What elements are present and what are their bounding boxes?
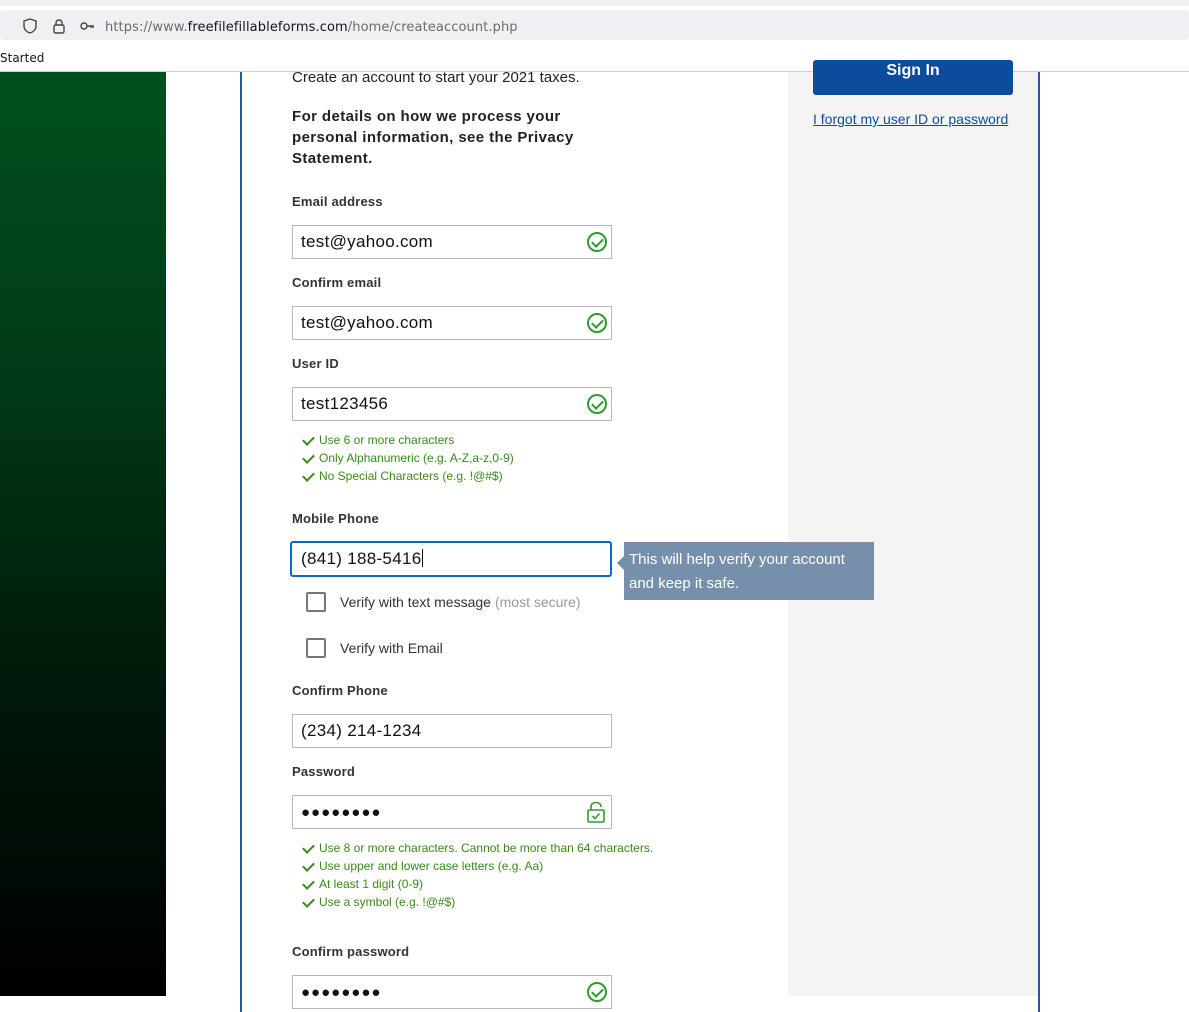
- userid-field[interactable]: test123456: [292, 387, 612, 421]
- password-rule: Use upper and lower case letters (e.g. A…: [302, 857, 653, 875]
- rule-check-icon: [302, 877, 315, 890]
- shield-icon[interactable]: [22, 18, 38, 34]
- password-rule: Use a symbol (e.g. !@#$): [302, 893, 653, 911]
- lock-icon[interactable]: [51, 18, 67, 34]
- verify-text-checkbox[interactable]: [306, 592, 326, 612]
- email-label: Email address: [292, 194, 383, 209]
- confirm-email-field[interactable]: test@yahoo.com: [292, 306, 612, 340]
- bookmark-getting-started[interactable]: Started: [0, 51, 44, 65]
- verify-email-checkbox[interactable]: [306, 638, 326, 658]
- verify-email-label[interactable]: Verify with Email: [340, 640, 443, 656]
- confirm-phone-label: Confirm Phone: [292, 683, 388, 698]
- confirm-email-valid-check-icon: [587, 313, 607, 333]
- password-rule: Use 8 or more characters. Cannot be more…: [302, 839, 653, 857]
- mobile-phone-field[interactable]: (841) 188-5416: [290, 541, 612, 577]
- browser-url-bar: https://www.freefilefillableforms.com/ho…: [0, 0, 1189, 46]
- confirm-password-valid-check-icon: [587, 982, 607, 1002]
- password-lock-icon: [587, 801, 605, 823]
- userid-label: User ID: [292, 356, 339, 371]
- rule-check-icon: [302, 895, 315, 908]
- signin-panel: [788, 72, 1038, 996]
- rule-check-icon: [302, 451, 315, 464]
- userid-rules-list: Use 6 or more characters Only Alphanumer…: [302, 431, 514, 485]
- rule-check-icon: [302, 433, 315, 446]
- userid-rule: Only Alphanumeric (e.g. A-Z,a-z,0-9): [302, 449, 514, 467]
- email-field[interactable]: test@yahoo.com: [292, 225, 612, 259]
- text-caret: [422, 549, 424, 567]
- left-gradient-background: [0, 72, 166, 996]
- verify-text-label[interactable]: Verify with text message (most secure): [340, 594, 581, 610]
- password-field[interactable]: ●●●●●●●●: [292, 795, 612, 829]
- rule-check-icon: [302, 859, 315, 872]
- privacy-statement-text: For details on how we process your perso…: [292, 108, 574, 167]
- rule-check-icon: [302, 469, 315, 482]
- confirm-phone-field[interactable]: (234) 214-1234: [292, 714, 612, 748]
- password-label: Password: [292, 764, 356, 779]
- confirm-password-label: Confirm password: [292, 944, 410, 959]
- sign-in-button[interactable]: Sign In: [813, 60, 1013, 95]
- password-rules-list: Use 8 or more characters. Cannot be more…: [302, 839, 653, 911]
- address-field[interactable]: https://www.freefilefillableforms.com/ho…: [0, 10, 1189, 40]
- confirm-email-label: Confirm email: [292, 275, 382, 290]
- userid-rule: Use 6 or more characters: [302, 431, 514, 449]
- intro-text: Create an account to start your 2021 tax…: [292, 69, 580, 86]
- confirm-password-field[interactable]: ●●●●●●●●: [292, 975, 612, 1009]
- userid-valid-check-icon: [587, 394, 607, 414]
- email-valid-check-icon: [587, 232, 607, 252]
- userid-rule: No Special Characters (e.g. !@#$): [302, 467, 514, 485]
- rule-check-icon: [302, 841, 315, 854]
- url-text[interactable]: https://www.freefilefillableforms.com/ho…: [105, 20, 518, 35]
- password-rule: At least 1 digit (0-9): [302, 875, 653, 893]
- mobile-phone-tooltip: This will help verify your account and k…: [617, 542, 874, 600]
- forgot-credentials-link[interactable]: I forgot my user ID or password: [813, 111, 1008, 127]
- mobile-phone-label: Mobile Phone: [292, 511, 379, 526]
- key-icon[interactable]: [79, 18, 95, 34]
